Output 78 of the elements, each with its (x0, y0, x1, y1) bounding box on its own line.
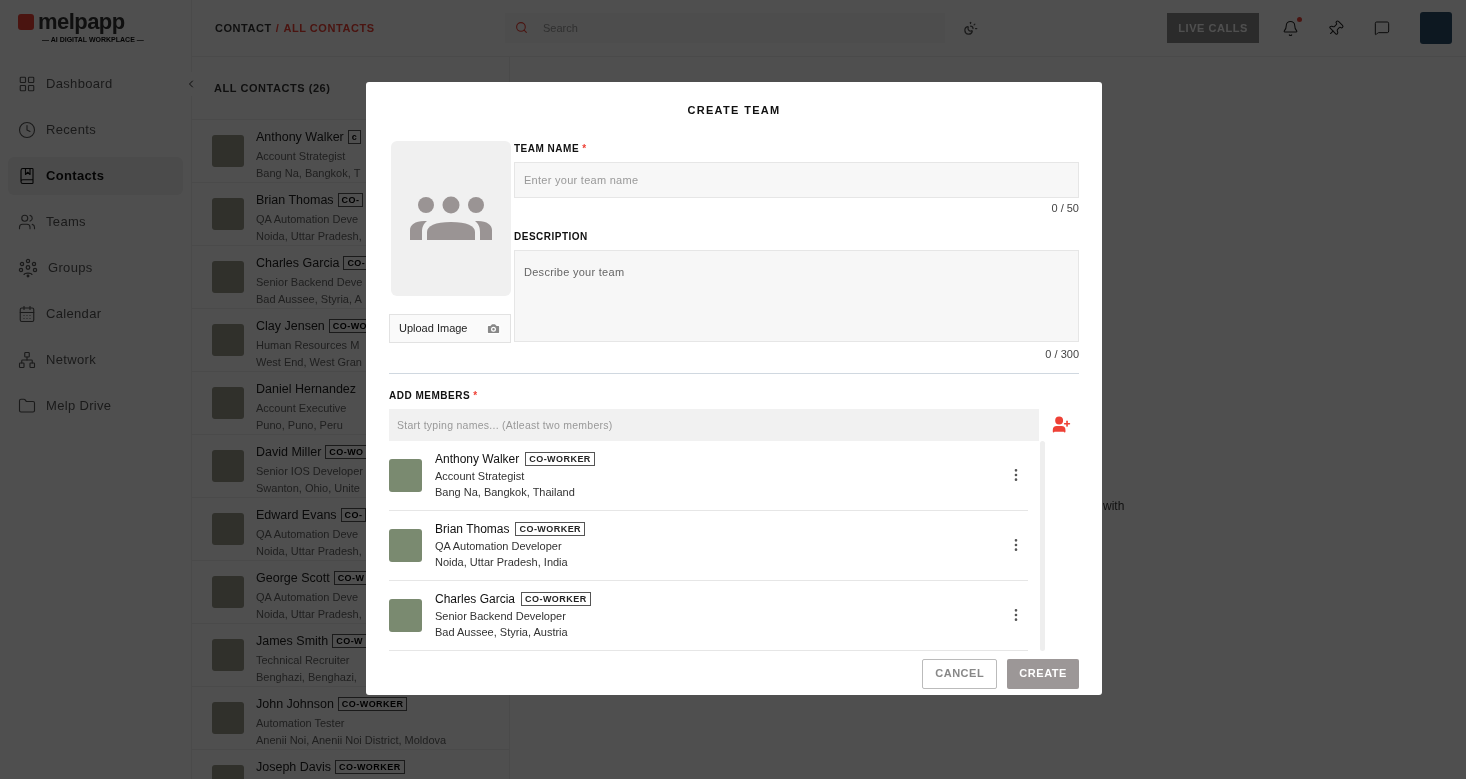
coworker-tag: CO- (340, 508, 367, 523)
contact-name[interactable]: Charles Garcia (256, 254, 340, 273)
member-location: Bad Aussee, Styria, Austria (435, 625, 569, 640)
avatar-photo-placeholder (212, 450, 244, 482)
theme-toggle-icon[interactable] (963, 20, 978, 36)
avatar-photo-placeholder (389, 458, 422, 492)
member-role: QA Automation Developer (435, 538, 563, 554)
upload-image-button[interactable]: Upload Image (389, 313, 511, 343)
coworker-tag: CO-WORKER (521, 591, 591, 606)
empty-state-text: with (1103, 498, 1125, 515)
folder-icon (18, 397, 36, 415)
coworker-tag: CO-WORKER (515, 521, 586, 536)
avatar-photo-placeholder (212, 513, 244, 545)
notification-icon[interactable] (1282, 19, 1299, 37)
breadcrumb-separator: / (275, 20, 280, 36)
coworker-tag: CO-WORKER (525, 451, 595, 466)
avatar-photo-placeholder (212, 324, 244, 356)
contact-name[interactable]: John Johnson (256, 695, 334, 714)
search-icon (515, 21, 528, 34)
add-members-field[interactable]: Start typing names... (Atleast two members) (389, 408, 1039, 441)
contact-name[interactable]: Edward Evans (256, 506, 337, 525)
coworker-tag: CO- (337, 193, 364, 208)
member-role: Account Strategist (435, 468, 526, 484)
contact-name[interactable]: Clay Jensen (256, 317, 325, 336)
book-icon (18, 167, 36, 185)
avatar-photo-placeholder (212, 576, 244, 608)
sidebar-item[interactable]: Contacts (8, 157, 183, 195)
field-label: ADD MEMBERS * (389, 388, 479, 403)
member-name: Brian Thomas (435, 520, 510, 538)
member-location: Bang Na, Bangkok, Thailand (435, 485, 576, 500)
member-location: Noida, Uttar Pradesh, India (435, 555, 569, 570)
description-field[interactable]: Describe your team (514, 250, 1079, 342)
character-counter: 0 / 50 (1051, 200, 1079, 216)
contact-name[interactable]: Anthony Walker (256, 128, 344, 147)
coworker-tag: CO-WORKER (337, 697, 408, 712)
team-name-field[interactable]: Enter your team name (514, 161, 1079, 198)
member-role: Senior Backend Developer (435, 608, 567, 624)
avatar-photo-placeholder (212, 702, 244, 734)
dashboard-icon (18, 75, 36, 93)
users-icon (18, 213, 36, 231)
avatar-photo-placeholder (212, 639, 244, 671)
list-heading: ALL CONTACTS (26) (213, 80, 332, 96)
coworker-tag: CO-WORKER (335, 760, 405, 775)
coworker-tag: CO-WO (325, 445, 368, 460)
groups-icon (18, 258, 38, 278)
breadcrumb-current: ALL CONTACTS (283, 20, 375, 36)
logo-icon (18, 13, 34, 30)
contact-name[interactable]: George Scott (256, 569, 330, 588)
character-counter: 0 / 300 (1045, 347, 1079, 362)
member-name: Charles Garcia (435, 590, 516, 608)
chat-icon[interactable] (1374, 20, 1390, 36)
contact-name[interactable]: David Miller (256, 443, 322, 462)
create-button[interactable]: CREATE (1007, 658, 1079, 689)
breadcrumb-link[interactable]: CONTACT (215, 19, 272, 37)
network-icon (18, 351, 36, 369)
avatar-photo-placeholder (212, 387, 244, 419)
avatar-photo-placeholder (389, 528, 422, 562)
contact-name[interactable]: Daniel Hernandez (256, 380, 357, 399)
add-member-icon[interactable] (1052, 415, 1071, 434)
avatar-photo-placeholder (212, 198, 244, 230)
contact-name[interactable]: Joseph Davis (256, 758, 332, 777)
logo-wordmark: melpapp (38, 10, 125, 33)
calendar-icon (18, 305, 36, 323)
avatar-photo-placeholder (212, 135, 244, 167)
group-icon (410, 196, 492, 240)
avatar-photo-placeholder (212, 261, 244, 293)
avatar-photo-placeholder (389, 598, 422, 632)
contact-name[interactable]: James Smith (256, 632, 329, 651)
dialog-title: CREATE TEAM (686, 103, 782, 118)
cancel-button[interactable]: CANCEL (922, 658, 998, 689)
coworker-tag: CO-W (332, 634, 368, 649)
field-label: TEAM NAME * (514, 141, 588, 156)
clock-icon (18, 121, 36, 139)
coworker-tag: CO-W (333, 571, 369, 586)
member-name: Anthony Walker (435, 450, 520, 468)
coworker-tag: c (347, 130, 362, 145)
field-label: DESCRIPTION (514, 230, 589, 244)
contact-name[interactable]: Brian Thomas (256, 191, 334, 210)
